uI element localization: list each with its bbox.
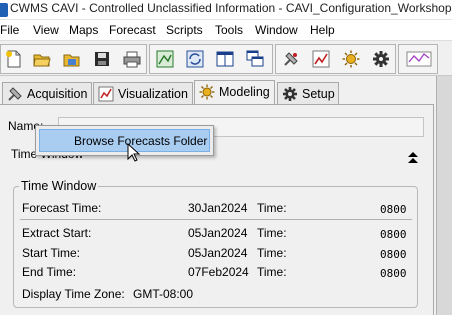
- start-time-date[interactable]: 05Jan2024: [188, 246, 247, 260]
- forecast-time-date[interactable]: 30Jan2024: [188, 201, 247, 215]
- tab-setup-label: Setup: [302, 87, 335, 101]
- gear-icon: [282, 86, 298, 102]
- module-tabs: Acquisition Visualization Modeling Setup: [0, 80, 452, 105]
- new-file-icon[interactable]: [5, 50, 23, 68]
- extract-start-date[interactable]: 05Jan2024: [188, 226, 247, 240]
- menu-help[interactable]: Help: [310, 23, 335, 37]
- setup-gear-icon[interactable]: [372, 50, 390, 68]
- time-window-legend: Time Window: [19, 179, 99, 193]
- tab-visualization-label: Visualization: [118, 87, 188, 101]
- chart-graph-icon: [98, 86, 114, 102]
- save-icon[interactable]: [93, 50, 111, 68]
- tab-modeling-label: Modeling: [219, 85, 270, 99]
- timezone-label: Display Time Zone:: [22, 287, 125, 301]
- modeling-tool-icon[interactable]: [342, 50, 360, 68]
- menu-file[interactable]: File: [0, 23, 19, 37]
- start-time-time-label: Time:: [257, 246, 287, 260]
- browse-forecasts-folder-item[interactable]: Browse Forecasts Folder: [39, 129, 210, 152]
- end-time-time[interactable]: 0800: [380, 267, 407, 280]
- mouse-pointer-icon: [127, 142, 141, 163]
- menu-forecast[interactable]: Forecast: [109, 23, 156, 37]
- sun-model-icon: [199, 84, 215, 100]
- extract-start-time-label: Time:: [257, 226, 287, 240]
- menu-view[interactable]: View: [33, 23, 59, 37]
- toolbar-group-modules: [275, 44, 396, 74]
- extract-start-time[interactable]: 0800: [380, 228, 407, 241]
- forecast-time-label: Forecast Time:: [22, 201, 102, 215]
- window-layout-icon[interactable]: [216, 50, 234, 68]
- toolbar-group-chart: [398, 44, 438, 74]
- satellite-icon: [7, 86, 23, 102]
- timezone-value: GMT-08:00: [133, 287, 194, 301]
- tab-setup[interactable]: Setup: [277, 82, 339, 104]
- title-bar: CWMS CAVI - Controlled Unclassified Info…: [0, 0, 452, 20]
- end-time-date[interactable]: 07Feb2024: [188, 265, 249, 279]
- time-window-divider: [20, 219, 412, 220]
- tab-acquisition-label: Acquisition: [27, 87, 88, 101]
- menu-maps[interactable]: Maps: [69, 23, 98, 37]
- start-time-label: Start Time:: [22, 246, 81, 260]
- acquisition-tool-icon[interactable]: [282, 50, 300, 68]
- start-time-time[interactable]: 0800: [380, 248, 407, 261]
- toolbar-group-windows: [149, 44, 273, 74]
- open-folder-alt-icon[interactable]: [63, 50, 81, 68]
- menu-bar: File View Maps Forecast Scripts Tools Wi…: [0, 20, 452, 40]
- menu-tools[interactable]: Tools: [215, 23, 243, 37]
- print-icon[interactable]: [123, 50, 141, 68]
- context-popup-menu: Browse Forecasts Folder: [35, 125, 214, 156]
- menu-scripts[interactable]: Scripts: [166, 23, 203, 37]
- forecast-time-time[interactable]: 0800: [380, 203, 407, 216]
- app-icon: [0, 3, 8, 17]
- toolbar: [0, 40, 452, 76]
- open-folder-icon[interactable]: [33, 50, 51, 68]
- tab-modeling[interactable]: Modeling: [194, 80, 275, 105]
- window-title: CWMS CAVI - Controlled Unclassified Info…: [10, 1, 452, 15]
- toolbar-group-file: [0, 44, 147, 74]
- network-map-icon[interactable]: [156, 50, 174, 68]
- forecast-time-time-label: Time:: [257, 201, 287, 215]
- end-time-label: End Time:: [22, 265, 77, 279]
- tab-visualization[interactable]: Visualization: [93, 82, 193, 104]
- extract-start-label: Extract Start:: [22, 226, 92, 240]
- menu-window[interactable]: Window: [255, 23, 298, 37]
- collapse-up-icon[interactable]: [406, 151, 420, 165]
- map-refresh-icon[interactable]: [186, 50, 204, 68]
- cascade-windows-icon[interactable]: [246, 50, 264, 68]
- end-time-time-label: Time:: [257, 265, 287, 279]
- tab-acquisition[interactable]: Acquisition: [2, 82, 92, 104]
- side-panel-strip[interactable]: [436, 76, 452, 315]
- chart-icon[interactable]: [406, 50, 432, 68]
- visualization-tool-icon[interactable]: [312, 50, 330, 68]
